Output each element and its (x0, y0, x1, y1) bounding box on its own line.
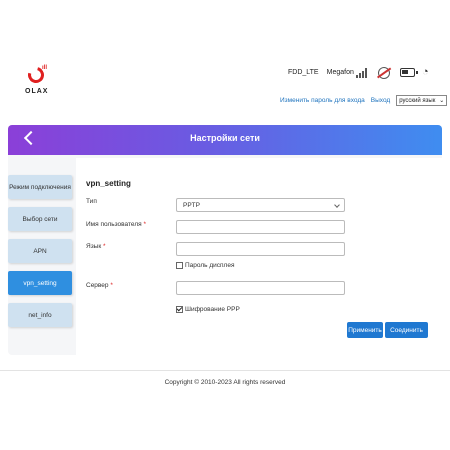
footer-copyright: Copyright © 2010-2023 All rights reserve… (164, 379, 286, 386)
sidebar: Режим подключения Выбор сети APN vpn_set… (8, 175, 72, 335)
sidebar-item-net-info[interactable]: net_info (8, 303, 72, 327)
language-value: русский язык (399, 97, 436, 104)
connect-button[interactable]: Соединить (385, 322, 428, 338)
logout-link[interactable]: Выход (371, 97, 390, 104)
settings-panel: Настройки сети Режим подключения Выбор с… (8, 125, 442, 355)
checkbox-box-checked[interactable] (176, 306, 183, 313)
header: ıll OLAX FDD_LTE Megafon ◔ Изменить паро… (0, 55, 450, 115)
sidebar-item-network-select[interactable]: Выбор сети (8, 207, 72, 231)
page-title: Настройки сети (190, 133, 260, 143)
username-label: Имя пользователя * (86, 221, 146, 228)
operator-name: Megafon (326, 69, 354, 76)
sidebar-item-apn[interactable]: APN (8, 239, 72, 263)
network-type: FDD_LTE (288, 69, 319, 76)
chevron-down-icon (334, 202, 340, 208)
encryption-checkbox[interactable]: Шифрование PPP (176, 306, 240, 313)
password-label: Язык * (86, 243, 106, 250)
signal-icon (356, 68, 369, 78)
logo-text: OLAX (25, 88, 49, 95)
wifi-icon: ◔ (422, 66, 429, 78)
footer-divider (0, 370, 450, 371)
globe-icon (378, 67, 390, 79)
server-label: Сервер * (86, 282, 113, 289)
show-password-label: Пароль дисплея (185, 262, 235, 269)
apply-button[interactable]: Применить (347, 322, 383, 338)
language-select[interactable]: русский язык ⌄ (396, 95, 448, 106)
olax-logo: ıll OLAX (25, 64, 49, 95)
show-password-checkbox[interactable]: Пароль дисплея (176, 262, 234, 269)
change-password-link[interactable]: Изменить пароль для входа (280, 97, 365, 104)
checkbox-box[interactable] (176, 262, 183, 269)
sidebar-item-connection-mode[interactable]: Режим подключения (8, 175, 72, 199)
status-bar: FDD_LTE Megafon (288, 69, 362, 76)
page-banner: Настройки сети (8, 125, 442, 155)
server-input[interactable] (176, 281, 345, 295)
password-input[interactable] (176, 242, 345, 256)
section-title: vpn_setting (86, 179, 131, 188)
encryption-label: Шифрование PPP (185, 306, 240, 313)
username-input[interactable] (176, 220, 345, 234)
sidebar-item-vpn-setting[interactable]: vpn_setting (8, 271, 72, 295)
top-links: Изменить пароль для входа Выход русский … (280, 95, 448, 106)
battery-icon (400, 68, 418, 77)
chevron-down-icon: ⌄ (439, 98, 445, 104)
type-select[interactable]: PPTP (176, 198, 345, 212)
type-label: Тип (86, 198, 97, 205)
type-value: PPTP (183, 201, 200, 209)
